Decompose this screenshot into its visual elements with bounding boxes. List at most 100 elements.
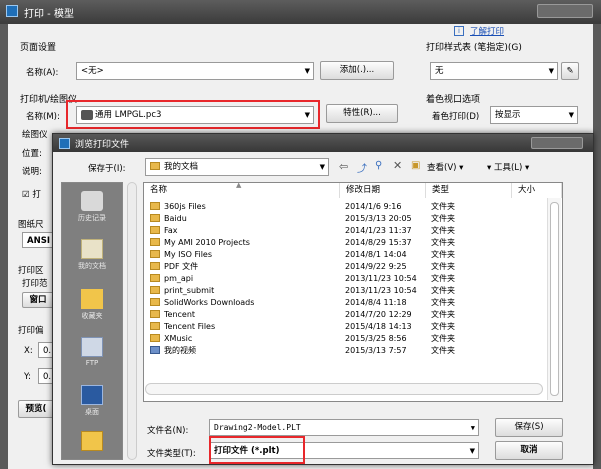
- save-button[interactable]: 保存(S): [495, 418, 563, 437]
- file-row[interactable]: My ISO Files 2014/8/1 14:04 文件夹: [144, 249, 562, 261]
- file-name: 360js Files: [164, 202, 206, 211]
- places-scrollbar[interactable]: [127, 182, 137, 460]
- file-name: My AMI 2010 Projects: [164, 238, 250, 247]
- column-size[interactable]: 大小: [512, 183, 562, 198]
- cancel-button[interactable]: 取消: [495, 441, 563, 460]
- file-date: 2013/11/23 10:54: [345, 274, 417, 283]
- column-name[interactable]: 名称: [144, 183, 340, 198]
- folder-icon: [150, 262, 160, 270]
- history-icon: [81, 191, 103, 211]
- file-list-hscrollbar[interactable]: [145, 383, 543, 395]
- close-button[interactable]: [537, 4, 593, 18]
- app-icon: [6, 5, 18, 17]
- file-date: 2014/7/20 12:29: [345, 310, 412, 319]
- file-row[interactable]: pm_api 2013/11/23 10:54 文件夹: [144, 273, 562, 285]
- plot-style-combo[interactable]: 无 ▼: [430, 62, 558, 80]
- printer-name-label: 名称(M):: [26, 112, 60, 122]
- places-documents[interactable]: 我的文档: [62, 235, 122, 275]
- file-type: 文件夹: [431, 322, 455, 331]
- places-history[interactable]: 历史记录: [62, 187, 122, 227]
- file-list-vscrollbar[interactable]: [547, 198, 561, 400]
- places-desktop[interactable]: 桌面: [62, 381, 122, 421]
- window-button[interactable]: 窗口: [22, 292, 54, 308]
- file-name: Tencent Files: [164, 322, 216, 331]
- vscroll-thumb[interactable]: [550, 202, 559, 396]
- file-name: PDF 文件: [164, 262, 199, 271]
- filename-input[interactable]: Drawing2-Model.PLT ▼: [209, 419, 479, 436]
- file-type: 文件夹: [431, 310, 455, 319]
- file-name: Baidu: [164, 214, 187, 223]
- column-type[interactable]: 类型: [426, 183, 512, 198]
- main-titlebar: 打印 - 模型: [0, 0, 601, 24]
- chevron-down-icon: ▼: [568, 111, 574, 119]
- file-date: 2015/3/13 7:57: [345, 346, 407, 355]
- filename-label: 文件名(N):: [147, 426, 189, 436]
- chevron-down-icon: ▼: [470, 424, 475, 432]
- page-setup-name-combo[interactable]: <无> ▼: [76, 62, 314, 80]
- print-to-file-label: 打: [32, 190, 41, 200]
- print-to-file-checkbox[interactable]: ☑ 打: [22, 188, 41, 200]
- folder-icon: [150, 286, 160, 294]
- file-row[interactable]: XMusic 2015/3/25 8:56 文件夹: [144, 333, 562, 345]
- paper-size-combo[interactable]: ANSI: [22, 232, 54, 248]
- folder-icon: [150, 238, 160, 246]
- file-row[interactable]: My AMI 2010 Projects 2014/8/29 15:37 文件夹: [144, 237, 562, 249]
- places-folder[interactable]: [62, 427, 122, 467]
- file-row[interactable]: 360js Files 2014/1/6 9:16 文件夹: [144, 201, 562, 213]
- up-folder-icon[interactable]: ⤴: [357, 160, 367, 175]
- folder-icon: [81, 431, 103, 451]
- save-in-combo[interactable]: 我的文档 ▼: [145, 158, 329, 176]
- desktop-icon: [81, 385, 103, 405]
- search-icon[interactable]: ⚲: [375, 160, 382, 171]
- plot-range-label: 打印范: [22, 279, 48, 289]
- properties-button[interactable]: 特性(R)...: [326, 104, 398, 123]
- shaded-print-label: 着色打印(D): [432, 112, 480, 122]
- y-offset-label: Y:: [24, 372, 31, 382]
- back-icon[interactable]: ⇦: [339, 160, 348, 173]
- page-setup-group: 页面设置: [20, 43, 57, 53]
- view-menu[interactable]: 查看(V) ▾: [427, 161, 463, 173]
- file-row[interactable]: Fax 2014/1/23 11:37 文件夹: [144, 225, 562, 237]
- new-folder-icon[interactable]: ▣: [411, 160, 420, 171]
- tools-menu[interactable]: ▾ 工具(L) ▾: [487, 161, 529, 173]
- window-title: 打印 - 模型: [24, 9, 74, 20]
- file-type: 文件夹: [431, 298, 455, 307]
- dialog-close-button[interactable]: [531, 137, 583, 149]
- learn-print-link[interactable]: 了解打印: [470, 25, 504, 37]
- sort-up-icon: ▲: [236, 181, 242, 189]
- folder-icon: [150, 214, 160, 222]
- file-row[interactable]: print_submit 2013/11/23 10:54 文件夹: [144, 285, 562, 297]
- file-row[interactable]: Tencent Files 2015/4/18 14:13 文件夹: [144, 321, 562, 333]
- file-row[interactable]: Baidu 2015/3/13 20:05 文件夹: [144, 213, 562, 225]
- file-date: 2014/9/22 9:25: [345, 262, 407, 271]
- file-row[interactable]: SolidWorks Downloads 2014/8/4 11:18 文件夹: [144, 297, 562, 309]
- chevron-down-icon: ▼: [319, 163, 325, 171]
- edit-style-button[interactable]: ✎: [561, 62, 579, 80]
- places-favorites[interactable]: 收藏夹: [62, 285, 122, 325]
- file-type: 文件夹: [431, 274, 455, 283]
- plot-style-table-group: 打印样式表 (笔指定)(G): [426, 43, 522, 53]
- file-type: 文件夹: [431, 238, 455, 247]
- plot-offset-label: 打印偏: [18, 326, 44, 336]
- file-name: SolidWorks Downloads: [164, 298, 255, 307]
- file-name: XMusic: [164, 334, 193, 343]
- info-icon: i: [454, 26, 464, 36]
- preview-button[interactable]: 预览(: [18, 400, 54, 418]
- file-row[interactable]: Tencent 2014/7/20 12:29 文件夹: [144, 309, 562, 321]
- folder-icon: [150, 250, 160, 258]
- places-ftp[interactable]: FTP: [62, 333, 122, 373]
- file-date: 2014/8/1 14:04: [345, 250, 407, 259]
- add-button[interactable]: 添加(.)...: [320, 61, 394, 80]
- delete-icon[interactable]: ✕: [393, 159, 402, 172]
- tools-menu-label: 工具(L): [493, 163, 523, 173]
- file-date: 2014/1/23 11:37: [345, 226, 412, 235]
- file-row[interactable]: PDF 文件 2014/9/22 9:25 文件夹: [144, 261, 562, 273]
- shaded-print-combo[interactable]: 按显示 ▼: [490, 106, 578, 124]
- file-row[interactable]: 我的视频 2015/3/13 7:57 文件夹: [144, 345, 562, 357]
- places-bar: 历史记录 我的文档 收藏夹 FTP 桌面: [61, 182, 123, 460]
- column-date[interactable]: 修改日期: [340, 183, 426, 198]
- file-type: 文件夹: [431, 262, 455, 271]
- folder-icon: [150, 274, 160, 282]
- file-date: 2015/4/18 14:13: [345, 322, 412, 331]
- places-desktop-label: 桌面: [85, 408, 99, 416]
